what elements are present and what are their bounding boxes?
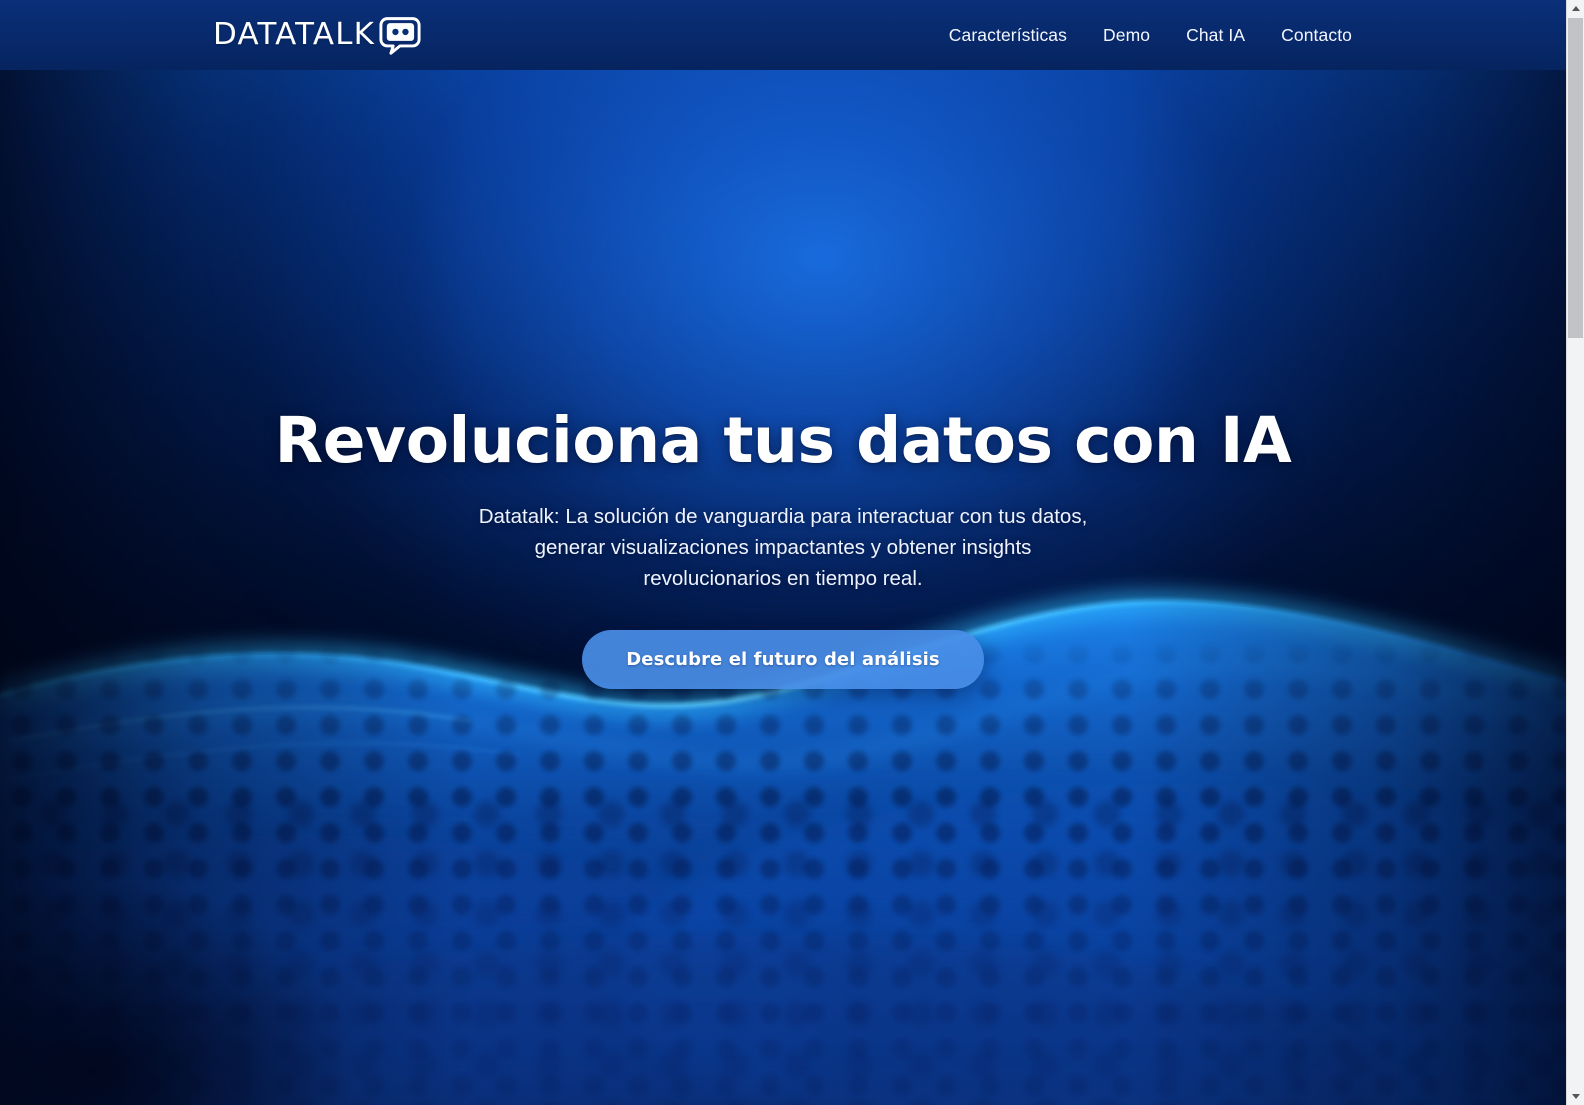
scroll-up-arrow-icon[interactable]	[1567, 0, 1584, 17]
main-nav: Características Demo Chat IA Contacto	[931, 0, 1370, 70]
scroll-down-arrow-icon[interactable]	[1567, 1088, 1584, 1105]
hero-cta-wrapper: Descubre el futuro del análisis	[0, 629, 1566, 689]
nav-link-contacto[interactable]: Contacto	[1263, 25, 1370, 46]
hero-title: Revoluciona tus datos con IA	[274, 404, 1292, 477]
chat-bubble-icon	[378, 15, 422, 55]
hero-section: Revoluciona tus datos con IA Datatalk: L…	[0, 70, 1566, 1105]
vertical-scrollbar[interactable]	[1566, 0, 1584, 1105]
site-header: DATATALK Características Demo Chat IA Co…	[0, 0, 1566, 70]
brand-wordmark: DATATALK	[213, 17, 376, 52]
scrollbar-thumb[interactable]	[1568, 18, 1583, 338]
brand-logo[interactable]: DATATALK	[213, 13, 422, 57]
discover-future-button[interactable]: Descubre el futuro del análisis	[582, 629, 984, 689]
nav-link-caracteristicas[interactable]: Características	[931, 25, 1085, 46]
nav-link-demo[interactable]: Demo	[1085, 25, 1168, 46]
page-root: DATATALK Características Demo Chat IA Co…	[0, 0, 1566, 1105]
hero-subtitle: Datatalk: La solución de vanguardia para…	[478, 504, 1088, 590]
browser-viewport: DATATALK Características Demo Chat IA Co…	[0, 0, 1584, 1105]
nav-link-chat-ia[interactable]: Chat IA	[1168, 25, 1263, 46]
hero-content: Revoluciona tus datos con IA Datatalk: L…	[0, 70, 1566, 689]
